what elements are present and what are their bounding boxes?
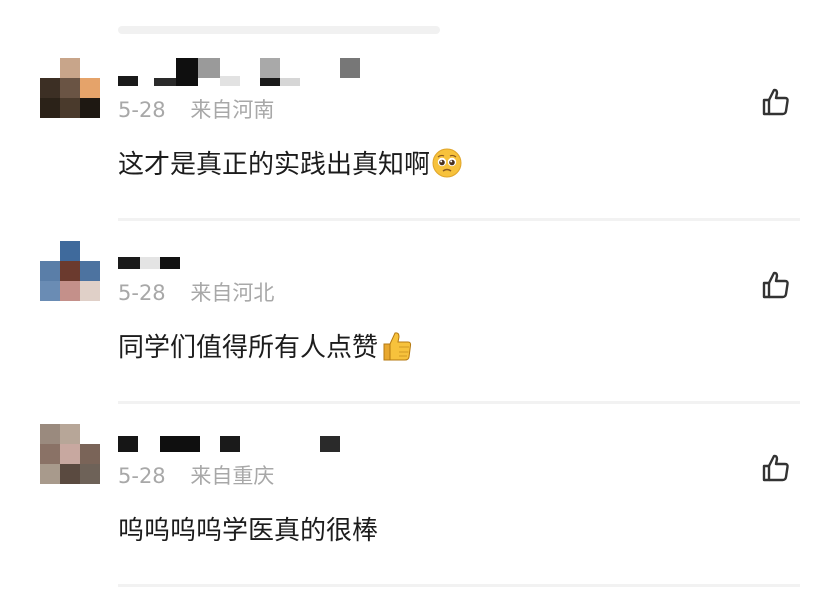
thumbs-up-outline-icon[interactable] (760, 86, 792, 118)
comment-date: 5-28 (118, 281, 166, 305)
avatar[interactable] (40, 424, 100, 484)
top-divider (118, 26, 440, 34)
comment-body: 这才是真正的实践出真知啊 (118, 150, 431, 180)
pleading-face-emoji-icon (432, 148, 462, 177)
comment-body: 呜呜呜呜学医真的很棒 (118, 516, 379, 546)
username-mosaic[interactable] (118, 58, 378, 86)
comment-date: 5-28 (118, 464, 166, 488)
comment-text: 同学们值得所有人点赞 (118, 327, 414, 364)
comment-divider (118, 584, 800, 587)
avatar[interactable] (40, 241, 100, 301)
comment-meta: 5-28 来自河北 (118, 277, 274, 307)
comment-location: 来自重庆 (190, 464, 275, 488)
comment-body: 同学们值得所有人点赞 (118, 333, 379, 363)
comment-text: 呜呜呜呜学医真的很棒 (118, 510, 378, 547)
comment-location: 来自河南 (190, 98, 275, 122)
comment-item: 5-28 来自重庆 呜呜呜呜学医真的很棒 (0, 404, 828, 587)
comment-meta: 5-28 来自河南 (118, 94, 274, 124)
comment-date: 5-28 (118, 98, 166, 122)
comment-item: 5-28 来自河南 这才是真正的实践出真知啊 (0, 38, 828, 221)
thumbs-up-outline-icon[interactable] (760, 452, 792, 484)
thumbs-up-emoji-icon (383, 331, 412, 360)
username-mosaic[interactable] (118, 424, 378, 452)
comment-location: 来自河北 (190, 281, 275, 305)
avatar[interactable] (40, 58, 100, 118)
username-mosaic[interactable] (118, 241, 378, 269)
comment-text: 这才是真正的实践出真知啊 (118, 144, 462, 181)
comment-meta: 5-28 来自重庆 (118, 460, 274, 490)
thumbs-up-outline-icon[interactable] (760, 269, 792, 301)
comment-item: 5-28 来自河北 同学们值得所有人点赞 (0, 221, 828, 404)
